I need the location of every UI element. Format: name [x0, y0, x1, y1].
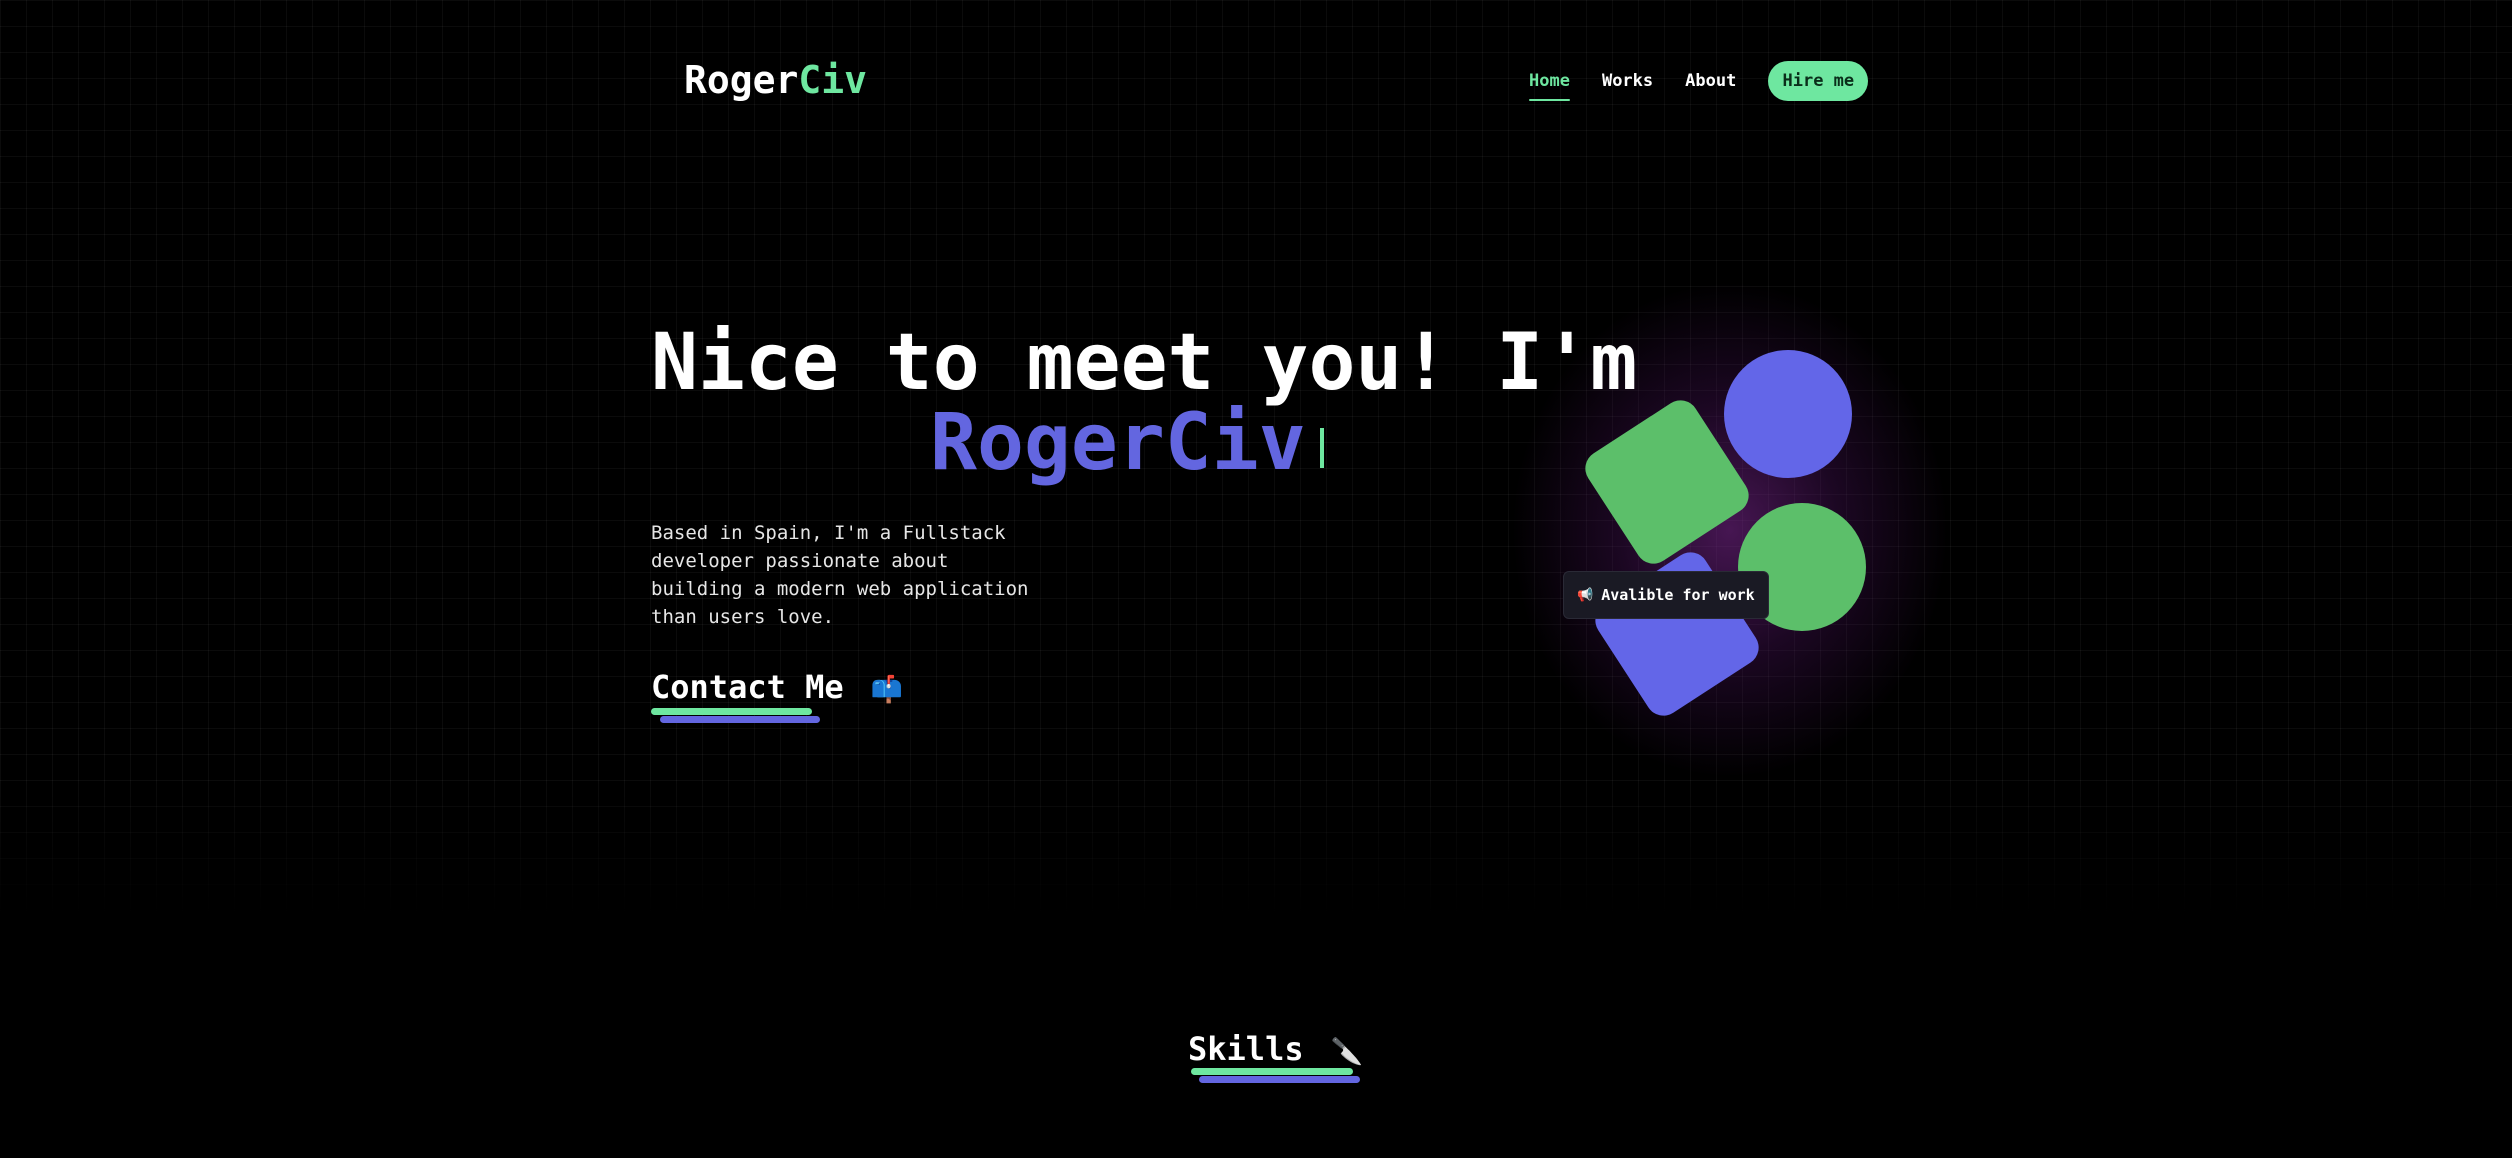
typing-caret	[1320, 428, 1324, 468]
contact-label: Contact Me	[651, 668, 844, 706]
skills-heading: Skills 🔪	[1188, 1030, 1363, 1068]
nav-home[interactable]: Home	[1529, 71, 1570, 101]
hero-title: Nice to meet you! I'm	[651, 318, 1638, 408]
availability-badge: 📢 Avalible for work	[1563, 571, 1769, 619]
hero-name: RogerCiv	[930, 398, 1306, 488]
contact-me-link[interactable]: Contact Me 📫	[651, 668, 903, 706]
availability-label: Avalible for work	[1601, 586, 1755, 604]
logo-accent: Civ	[798, 58, 868, 102]
skills-underline-blue	[1199, 1076, 1360, 1083]
nav-about[interactable]: About	[1685, 71, 1736, 91]
logo-main: Roger	[684, 58, 799, 102]
site-logo[interactable]: RogerCiv	[684, 58, 867, 102]
hire-me-button[interactable]: Hire me	[1768, 61, 1869, 101]
knife-icon: 🔪	[1330, 1037, 1364, 1067]
page: RogerCiv Home Works About Hire me 📢 Aval…	[0, 0, 2512, 1158]
megaphone-icon: 📢	[1577, 587, 1594, 603]
skills-underline-green	[1191, 1068, 1353, 1075]
mailbox-icon: 📫	[870, 675, 904, 705]
hero-description: Based in Spain, I'm a Fullstack develope…	[651, 522, 1029, 628]
skills-title: Skills	[1188, 1030, 1304, 1068]
contact-underline-blue	[660, 716, 820, 723]
nav-works[interactable]: Works	[1602, 71, 1653, 91]
blue-circle-shape	[1724, 350, 1852, 478]
main-nav: Home Works About Hire me	[1529, 61, 1869, 101]
contact-underline-green	[651, 708, 812, 715]
